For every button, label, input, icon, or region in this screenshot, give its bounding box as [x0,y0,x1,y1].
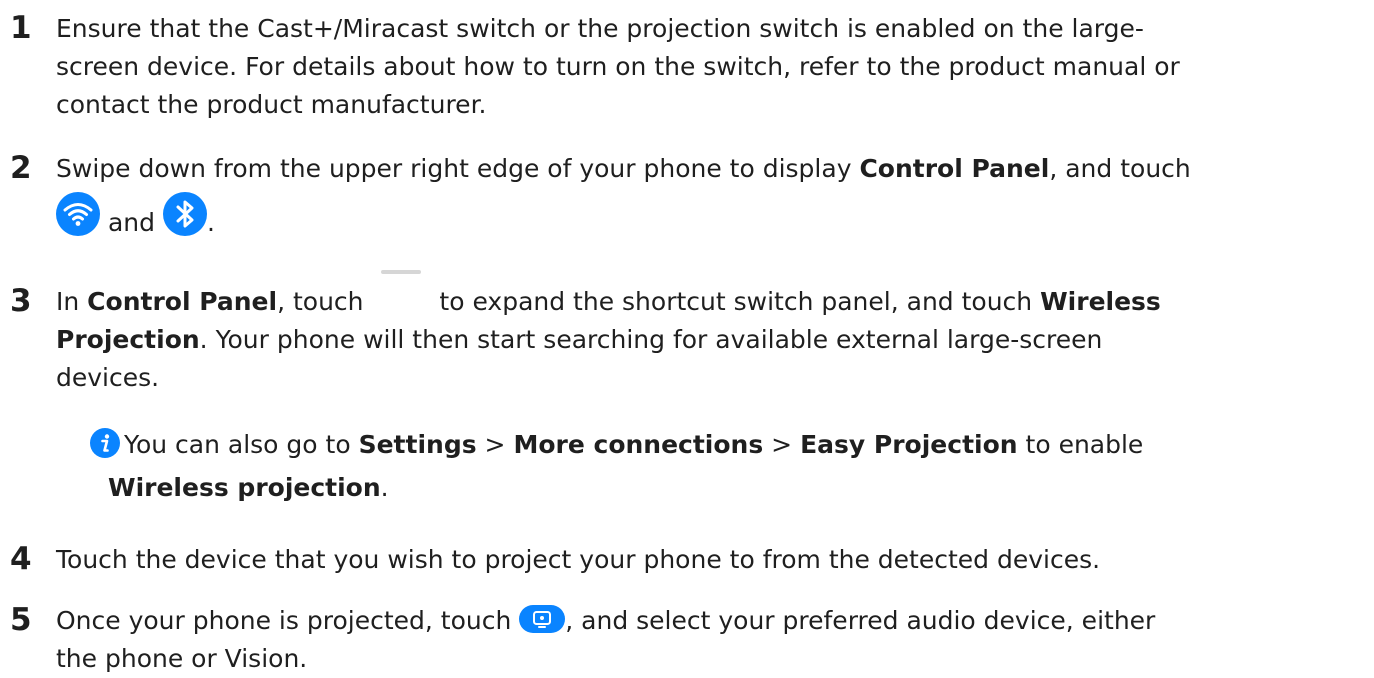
note-line: Wireless projection. [108,473,389,502]
step-line: contact the product manufacturer. [56,90,487,119]
step-line: Touch the device that you wish to projec… [56,545,1101,574]
wifi-icon [56,192,100,236]
step-text: Ensure that the Cast+/Miracast switch or… [56,10,1344,124]
step-line: devices. [56,363,160,392]
step-text: Touch the device that you wish to projec… [56,541,1344,579]
expand-handle-icon [381,270,422,274]
info-icon [90,428,120,458]
step-number: 4 [10,541,32,577]
step-line: Once your phone is projected, touch , an… [56,605,1156,635]
info-note: You can also go to Settings > More conne… [90,426,1344,507]
control-panel-label: Control Panel [87,287,278,316]
step-text: In Control Panel, touch to expand the sh… [56,270,1344,397]
step-line: screen device. For details about how to … [56,52,1180,81]
more-connections-label: More connections [513,430,764,459]
settings-label: Settings [358,430,477,459]
step-line: In Control Panel, touch to expand the sh… [56,270,1344,321]
control-panel-label: Control Panel [859,154,1050,183]
step-number: 1 [10,10,32,46]
step-text: Swipe down from the upper right edge of … [56,150,1344,246]
bluetooth-icon [162,192,207,236]
step-line: Swipe down from the upper right edge of … [56,154,1191,183]
step-line: Ensure that the Cast+/Miracast switch or… [56,14,1144,43]
note-line: You can also go to Settings > More conne… [90,426,1344,464]
audio-switch-icon [519,605,566,633]
step-line: and . [56,192,1344,246]
wireless-label: Wireless [1040,287,1161,316]
step-number: 3 [10,283,32,319]
wireless-projection-label: Wireless projection [108,473,381,502]
easy-projection-label: Easy Projection [800,430,1018,459]
step-line: Projection. Your phone will then start s… [56,325,1103,354]
step-line: the phone or Vision. [56,644,308,673]
step-number: 5 [10,602,32,638]
step-text: Once your phone is projected, touch , an… [56,602,1344,678]
projection-label: Projection [56,325,200,354]
step-number: 2 [10,150,32,186]
